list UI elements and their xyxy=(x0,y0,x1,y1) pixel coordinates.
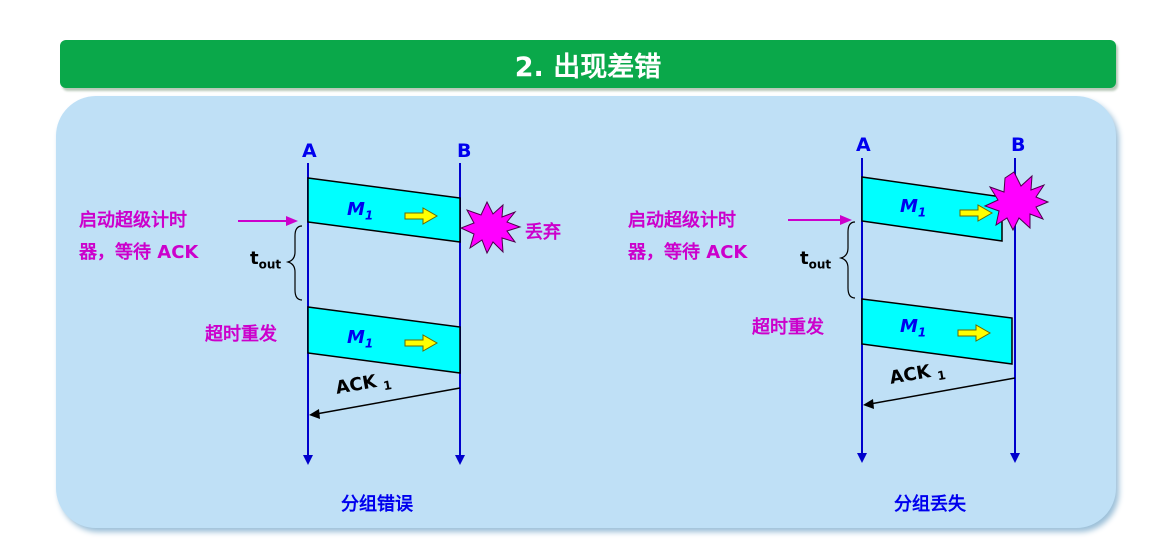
right-retransmit-label: 超时重发 xyxy=(752,317,824,338)
left-tout-label: tout xyxy=(250,248,281,272)
left-timeline-a-arrowhead xyxy=(303,455,313,465)
right-start-timer-label-line1: 启动超级计时 xyxy=(628,210,736,231)
left-timeline-b-arrowhead xyxy=(455,455,465,465)
right-packet-1-label: M1 xyxy=(900,196,926,220)
left-packet-1 xyxy=(307,177,461,243)
left-packet-1-sub: 1 xyxy=(364,208,374,223)
left-packet-1-label: M1 xyxy=(347,199,373,223)
right-ack-arrowhead xyxy=(863,399,874,409)
right-packet-1-main: M xyxy=(900,196,918,217)
right-caption: 分组丢失 xyxy=(894,494,966,515)
right-tout-main: t xyxy=(800,248,809,269)
right-packet-2 xyxy=(861,298,1013,365)
right-packet-2-label: M1 xyxy=(900,316,926,340)
left-tout-sub: out xyxy=(258,257,282,272)
left-start-timer-label-line2: 器，等待 ACK xyxy=(79,242,199,263)
left-packet-2-main: M xyxy=(347,327,365,348)
right-start-timer-label-line2: 器，等待 ACK xyxy=(628,242,748,263)
left-discard-label: 丢弃 xyxy=(525,222,561,243)
left-discard-burst-icon xyxy=(459,200,522,255)
left-start-timer-label-line1: 启动超级计时 xyxy=(79,210,187,231)
diagram-canvas xyxy=(238,158,1050,465)
right-tout-brace xyxy=(838,221,856,299)
left-packet-2-label: M1 xyxy=(347,327,373,351)
left-tout-brace xyxy=(285,225,303,301)
right-timeline-b-arrowhead xyxy=(1010,453,1020,463)
right-tout-sub: out xyxy=(808,257,832,272)
left-node-a-label: A xyxy=(302,140,317,162)
left-ack-arrowhead xyxy=(309,409,320,419)
left-caption: 分组错误 xyxy=(341,494,413,515)
right-packet-1-sub: 1 xyxy=(917,205,927,220)
left-diagram xyxy=(238,163,522,465)
left-packet-2-sub: 1 xyxy=(364,336,374,351)
left-node-b-label: B xyxy=(457,140,472,162)
right-timeline-a-arrowhead xyxy=(857,453,867,463)
left-retransmit-label: 超时重发 xyxy=(205,324,277,345)
left-start-timer-arrowhead xyxy=(286,216,298,226)
right-node-a-label: A xyxy=(856,134,871,156)
left-packet-1-main: M xyxy=(347,199,365,220)
left-packet-2 xyxy=(307,306,461,374)
right-packet-2-sub: 1 xyxy=(917,325,927,340)
left-tout-main: t xyxy=(250,248,259,269)
right-node-b-label: B xyxy=(1011,134,1026,156)
right-packet-2-main: M xyxy=(900,316,918,337)
right-tout-label: tout xyxy=(800,248,831,272)
